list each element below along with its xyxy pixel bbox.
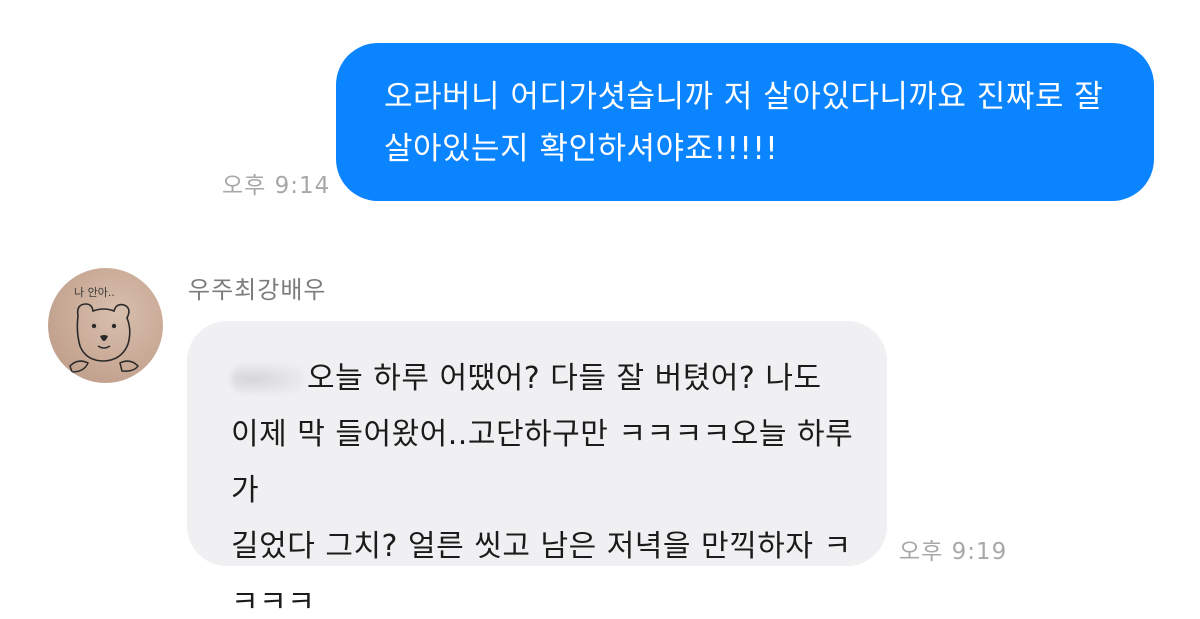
- outgoing-timestamp: 오후 9:14: [222, 173, 331, 199]
- incoming-message-text: 오늘 하루 어땠어? 다들 잘 버텼어? 나도: [307, 361, 822, 396]
- outgoing-message-line: 오라버니 어디가셧습니까 저 살아있다니까요 진짜로 잘: [384, 79, 1104, 115]
- incoming-message-line: ㅋㅋㅋ: [231, 585, 316, 619]
- avatar-caption: 나 안아..: [74, 286, 115, 299]
- incoming-message-line: 길었다 그치? 얼른 씻고 남은 저녁을 만끽하자 ㅋ: [231, 529, 852, 564]
- outgoing-message-line: 살아있는지 확인하셔야죠!!!!!: [384, 131, 779, 167]
- incoming-timestamp: 오후 9:19: [899, 539, 1008, 565]
- blurred-name: [231, 364, 303, 394]
- sender-name: 우주최강배우: [188, 276, 327, 304]
- sender-avatar[interactable]: 나 안아..: [48, 268, 163, 383]
- incoming-message-bubble[interactable]: 오늘 하루 어땠어? 다들 잘 버텼어? 나도 이제 막 들어왔어..고단하구만…: [187, 321, 887, 619]
- chat-thread: 오후 9:14 오라버니 어디가셧습니까 저 살아있다니까요 진짜로 잘 살아있…: [0, 0, 1200, 619]
- outgoing-message-row: 오후 9:14 오라버니 어디가셧습니까 저 살아있다니까요 진짜로 잘 살아있…: [0, 0, 1200, 210]
- incoming-message-line: 오늘 하루 어땠어? 다들 잘 버텼어? 나도: [231, 351, 857, 407]
- outgoing-message-bubble[interactable]: 오라버니 어디가셧습니까 저 살아있다니까요 진짜로 잘 살아있는지 확인하셔야…: [336, 43, 1154, 201]
- incoming-message-line: 이제 막 들어왔어..고단하구만 ㅋㅋㅋㅋ오늘 하루가: [231, 417, 854, 508]
- bear-drawing-icon: 나 안아..: [69, 286, 139, 373]
